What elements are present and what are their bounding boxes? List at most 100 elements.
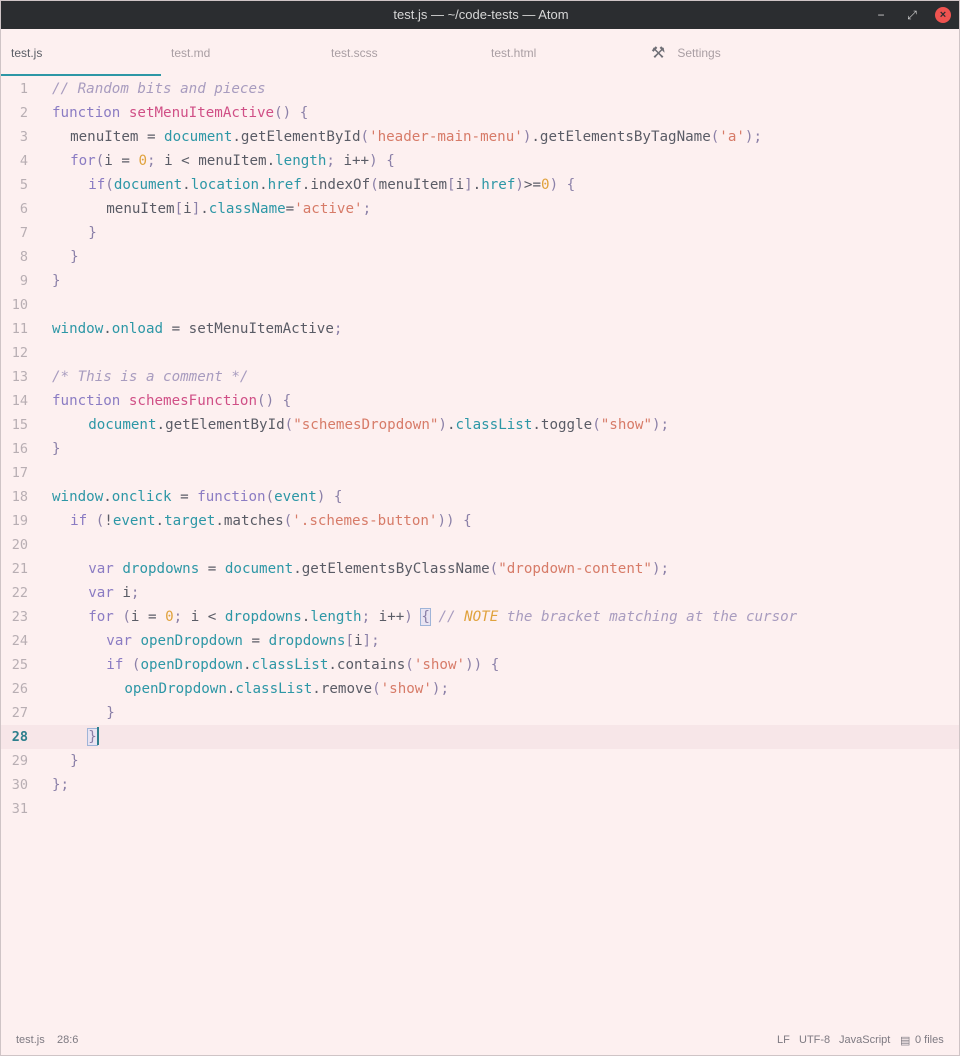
line-number[interactable]: 7	[1, 221, 28, 245]
code-line[interactable]: 6 menuItem[i].className='active';	[1, 197, 959, 221]
code-line[interactable]: 16}	[1, 437, 959, 461]
code-text: for (i = 0; i < dropdowns.length; i++) {…	[88, 608, 798, 626]
code-line[interactable]: 17	[1, 461, 959, 485]
line-number[interactable]: 9	[1, 269, 28, 293]
code-line[interactable]: 23 for (i = 0; i < dropdowns.length; i++…	[1, 605, 959, 629]
line-number[interactable]: 17	[1, 461, 28, 485]
code-text: menuItem = document.getElementById('head…	[53, 129, 762, 145]
code-text: }	[70, 753, 79, 769]
status-git-files[interactable]: 0 files	[915, 1034, 944, 1046]
tools-icon: ⚒	[651, 45, 666, 62]
code-text: document.getElementById("schemesDropdown…	[88, 417, 670, 433]
code-line[interactable]: 18 window.onclick = function(event) {	[1, 485, 959, 509]
line-number[interactable]: 14	[1, 389, 28, 413]
tab-test-md[interactable]: test.md	[161, 29, 321, 76]
line-number[interactable]: 13	[1, 365, 28, 389]
line-number[interactable]: 22	[1, 581, 28, 605]
restore-button[interactable]: ⤢	[904, 7, 920, 23]
bracket-match-highlight: {	[420, 608, 431, 626]
code-text: if (openDropdown.classList.contains('sho…	[106, 657, 500, 673]
tab-bar: test.js test.md test.scss test.html ⚒ Set…	[1, 29, 959, 76]
line-number[interactable]: 25	[1, 653, 28, 677]
code-line[interactable]: 24 var openDropdown = dropdowns[i];	[1, 629, 959, 653]
code-line[interactable]: 26 openDropdown.classList.remove('show')…	[1, 677, 959, 701]
line-number[interactable]: 28	[1, 725, 28, 749]
code-text: var i;	[88, 585, 140, 601]
code-text: if (!event.target.matches('.schemes-butt…	[70, 513, 472, 529]
line-number[interactable]: 11	[1, 317, 28, 341]
code-line[interactable]: 19 if (!event.target.matches('.schemes-b…	[1, 509, 959, 533]
code-line[interactable]: 14 function schemesFunction() {	[1, 389, 959, 413]
code-line[interactable]: 1 // Random bits and pieces	[1, 77, 959, 101]
line-number[interactable]: 6	[1, 197, 28, 221]
code-line[interactable]: 27 }	[1, 701, 959, 725]
code-line[interactable]: 31	[1, 797, 959, 821]
tab-test-scss[interactable]: test.scss	[321, 29, 481, 76]
status-grammar[interactable]: JavaScript	[839, 1034, 890, 1046]
tab-test-js[interactable]: test.js	[1, 29, 161, 76]
line-number[interactable]: 5	[1, 173, 28, 197]
code-line[interactable]: 11 window.onload = setMenuItemActive;	[1, 317, 959, 341]
code-line[interactable]: 5 if(document.location.href.indexOf(menu…	[1, 173, 959, 197]
minimize-button[interactable]: −	[873, 7, 889, 23]
code-line[interactable]: 30};	[1, 773, 959, 797]
code-line[interactable]: 25 if (openDropdown.classList.contains('…	[1, 653, 959, 677]
line-number[interactable]: 26	[1, 677, 28, 701]
tab-settings[interactable]: ⚒ Settings	[641, 29, 801, 76]
code-line[interactable]: 28 }	[1, 725, 959, 749]
code-line[interactable]: 21 var dropdowns = document.getElementsB…	[1, 557, 959, 581]
line-number[interactable]: 24	[1, 629, 28, 653]
line-number[interactable]: 20	[1, 533, 28, 557]
code-line[interactable]: 2 function setMenuItemActive() {	[1, 101, 959, 125]
code-line[interactable]: 3 menuItem = document.getElementById('he…	[1, 125, 959, 149]
code-line[interactable]: 9}	[1, 269, 959, 293]
code-line[interactable]: 15 document.getElementById("schemesDropd…	[1, 413, 959, 437]
code-line[interactable]: 12	[1, 341, 959, 365]
status-bar: test.js 28:6 LF UTF-8 JavaScript ▤ 0 fil…	[1, 1027, 959, 1055]
line-number[interactable]: 29	[1, 749, 28, 773]
code-text: };	[52, 777, 70, 793]
tab-label: Settings	[677, 46, 721, 60]
status-file-path[interactable]: test.js	[16, 1034, 45, 1046]
line-number[interactable]: 18	[1, 485, 28, 509]
line-number[interactable]: 23	[1, 605, 28, 629]
code-text: var dropdowns = document.getElementsByCl…	[88, 561, 670, 577]
atom-window: test.js — ~/code-tests — Atom − ⤢ × test…	[0, 0, 960, 1056]
code-editor[interactable]: 1 // Random bits and pieces 2 function setM…	[1, 77, 959, 1027]
line-number[interactable]: 30	[1, 773, 28, 797]
line-number[interactable]: 4	[1, 149, 28, 173]
code-text: window.onclick = function(event) {	[52, 489, 343, 505]
code-line[interactable]: 4 for(i = 0; i < menuItem.length; i++) {	[1, 149, 959, 173]
status-line-ending[interactable]: LF	[777, 1034, 790, 1046]
line-number[interactable]: 19	[1, 509, 28, 533]
line-number[interactable]: 1	[1, 77, 28, 101]
code-text: menuItem[i].className='active';	[89, 201, 372, 217]
code-text: // Random bits and pieces	[52, 81, 266, 97]
code-text: function schemesFunction() {	[52, 393, 292, 409]
tab-label: test.js	[11, 46, 43, 60]
tab-label: test.scss	[331, 46, 378, 60]
code-line[interactable]: 7 }	[1, 221, 959, 245]
close-button[interactable]: ×	[935, 7, 951, 23]
code-text: }	[52, 273, 61, 289]
tab-test-html[interactable]: test.html	[481, 29, 641, 76]
line-number[interactable]: 3	[1, 125, 28, 149]
line-number[interactable]: 10	[1, 293, 28, 317]
code-line[interactable]: 22 var i;	[1, 581, 959, 605]
code-line[interactable]: 13 /* This is a comment */	[1, 365, 959, 389]
line-number[interactable]: 31	[1, 797, 28, 821]
title-bar[interactable]: test.js — ~/code-tests — Atom − ⤢ ×	[1, 1, 959, 29]
line-number[interactable]: 12	[1, 341, 28, 365]
line-number[interactable]: 8	[1, 245, 28, 269]
code-line[interactable]: 29 }	[1, 749, 959, 773]
code-line[interactable]: 20	[1, 533, 959, 557]
line-number[interactable]: 2	[1, 101, 28, 125]
code-line[interactable]: 8 }	[1, 245, 959, 269]
line-number[interactable]: 16	[1, 437, 28, 461]
line-number[interactable]: 21	[1, 557, 28, 581]
status-encoding[interactable]: UTF-8	[799, 1034, 830, 1046]
status-cursor-position[interactable]: 28:6	[57, 1034, 78, 1046]
line-number[interactable]: 15	[1, 413, 28, 437]
line-number[interactable]: 27	[1, 701, 28, 725]
code-line[interactable]: 10	[1, 293, 959, 317]
